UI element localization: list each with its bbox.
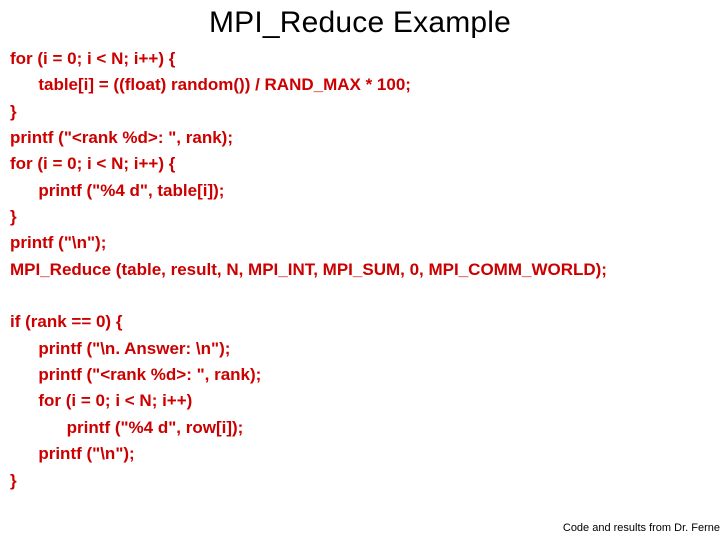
footer-attribution: Code and results from Dr. Ferne — [563, 522, 720, 534]
slide: MPI_Reduce Example for (i = 0; i < N; i+… — [0, 0, 720, 540]
slide-title: MPI_Reduce Example — [0, 0, 720, 42]
code-block: for (i = 0; i < N; i++) { table[i] = ((f… — [0, 42, 720, 494]
